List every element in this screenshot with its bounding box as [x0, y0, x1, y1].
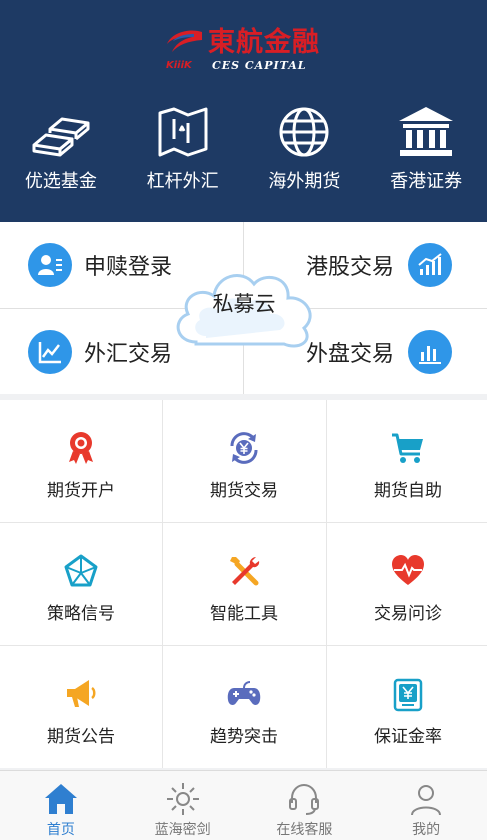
trade-overseas[interactable]: 外盘交易 [306, 330, 453, 374]
tab-label: 蓝海密剑 [154, 822, 211, 838]
header: 東航金融 KiiiK CES CAPITAL 优选基金 杠杆外汇 海外期货 香港… [0, 0, 487, 222]
brand-logo: 東航金融 KiiiK CES CAPITAL [164, 28, 324, 74]
swallow-logo-icon [167, 30, 202, 52]
user-card-icon [28, 243, 72, 287]
tab-label: 我的 [412, 822, 441, 838]
service-self-service[interactable]: 期货自助 [327, 400, 487, 522]
bottom-tab-bar: 首页 蓝海密剑 在线客服 我的 [0, 770, 487, 840]
home-icon [44, 784, 77, 814]
top-nav-forex[interactable]: 杠杆外汇 [122, 105, 244, 210]
services-grid: 期货开户 期货交易 期货自助 策略信号 智能工具 交易问诊 期货公告 趋势突击 … [0, 400, 487, 768]
award-ribbon-icon [69, 432, 93, 464]
trade-subscription-login[interactable]: 申赎登录 [28, 243, 172, 287]
service-label: 趋势突击 [210, 727, 278, 747]
pentagon-icon [64, 554, 98, 587]
tools-icon [230, 557, 260, 586]
line-chart-icon [28, 330, 72, 374]
tab-blue-ocean[interactable]: 蓝海密剑 [122, 771, 244, 840]
service-label: 期货开户 [47, 481, 115, 501]
tab-label: 在线客服 [276, 822, 333, 838]
tab-mine[interactable]: 我的 [365, 771, 487, 840]
service-label: 保证金率 [374, 727, 442, 747]
gamepad-icon [227, 681, 261, 705]
tab-home[interactable]: 首页 [0, 771, 122, 840]
trade-hk-stocks[interactable]: 港股交易 [306, 243, 453, 287]
top-nav: 优选基金 杠杆外汇 海外期货 香港证券 [0, 105, 487, 210]
service-label: 期货公告 [47, 727, 115, 747]
service-trade-diagnosis[interactable]: 交易问诊 [327, 523, 487, 645]
trade-forex[interactable]: 外汇交易 [28, 330, 172, 374]
heart-pulse-icon [392, 555, 424, 585]
brand-mark: KiiiK [166, 60, 192, 71]
bar-chart-icon [408, 330, 453, 374]
service-announcements[interactable]: 期货公告 [0, 646, 162, 768]
service-label: 交易问诊 [374, 604, 442, 624]
top-nav-fund[interactable]: 优选基金 [0, 105, 122, 210]
person-icon [411, 785, 442, 816]
top-nav-label: 杠杆外汇 [146, 171, 219, 192]
yen-card-icon [393, 678, 423, 712]
brand-name-en: CES CAPITAL [212, 59, 307, 72]
top-nav-label: 优选基金 [24, 171, 97, 192]
chart-up-icon [408, 243, 453, 287]
brand-name-cn: 東航金融 [208, 27, 320, 58]
trade-panel: 申赎登录 港股交易 外汇交易 外盘交易 私募云 [0, 222, 487, 394]
service-margin-rate[interactable]: 保证金率 [327, 646, 487, 768]
service-label: 期货交易 [210, 481, 278, 501]
tab-label: 首页 [46, 822, 75, 838]
map-icon [158, 107, 208, 157]
trade-label: 申赎登录 [84, 255, 173, 280]
app-screen: { "brand": { "name_cn": "東航金融", "name_en… [0, 0, 487, 840]
top-nav-label: 海外期货 [268, 171, 341, 192]
top-nav-hk-securities[interactable]: 香港证券 [365, 105, 487, 210]
service-label: 智能工具 [210, 604, 278, 624]
top-nav-futures[interactable]: 海外期货 [244, 105, 366, 210]
service-label: 策略信号 [47, 604, 115, 624]
service-strategy-signal[interactable]: 策略信号 [0, 523, 162, 645]
service-smart-tools[interactable]: 智能工具 [163, 523, 325, 645]
top-nav-label: 香港证券 [390, 171, 463, 192]
tab-customer-service[interactable]: 在线客服 [244, 771, 366, 840]
yen-exchange-icon [230, 432, 258, 464]
bank-icon [399, 107, 454, 156]
private-fund-cloud[interactable]: 私募云 [166, 288, 322, 318]
service-trend-assault[interactable]: 趋势突击 [163, 646, 325, 768]
sun-icon [166, 783, 199, 815]
service-open-account[interactable]: 期货开户 [0, 400, 162, 522]
service-label: 期货自助 [374, 481, 442, 501]
service-futures-trading[interactable]: 期货交易 [163, 400, 325, 522]
globe-icon [279, 107, 329, 157]
trade-label: 外汇交易 [84, 342, 173, 367]
gold-bars-icon [32, 117, 90, 157]
shopping-cart-icon [392, 433, 423, 463]
megaphone-icon [67, 680, 96, 707]
headset-icon [289, 783, 320, 815]
